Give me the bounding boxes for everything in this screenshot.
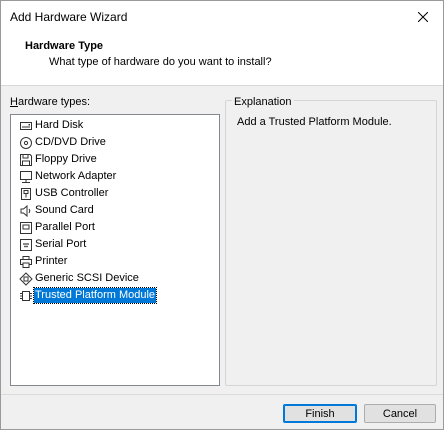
title-bar: Add Hardware Wizard	[1, 1, 443, 32]
parallel-port-icon	[18, 220, 33, 235]
list-item-usb-controller[interactable]: USB Controller	[11, 185, 219, 202]
hardware-types-label: Hardware types:	[10, 96, 90, 108]
page-title: Hardware Type	[25, 40, 104, 52]
explanation-group	[225, 100, 437, 386]
close-button[interactable]	[403, 1, 443, 32]
hardware-types-label-mnemonic: H	[10, 96, 18, 108]
wizard-header: Hardware Type What type of hardware do y…	[1, 32, 443, 86]
add-hardware-wizard-window: Add Hardware Wizard Hardware Type What t…	[0, 0, 444, 430]
list-item-serial-port[interactable]: Serial Port	[11, 236, 219, 253]
printer-icon	[18, 254, 33, 269]
explanation-text: Add a Trusted Platform Module.	[237, 116, 392, 128]
page-subtitle: What type of hardware do you want to ins…	[49, 56, 272, 68]
hardware-types-label-text: ardware types:	[17, 96, 91, 108]
cd-dvd-icon	[18, 135, 33, 150]
cancel-button[interactable]: Cancel	[364, 404, 436, 423]
finish-button[interactable]: Finish	[283, 404, 357, 423]
speaker-icon	[18, 203, 33, 218]
list-item-label: Serial Port	[35, 238, 87, 250]
list-item-label: Printer	[35, 255, 68, 267]
list-item-generic-scsi-device[interactable]: Generic SCSI Device	[11, 270, 219, 287]
list-item-cd-dvd-drive[interactable]: CD/DVD Drive	[11, 134, 219, 151]
scsi-device-icon	[18, 271, 33, 286]
list-item-network-adapter[interactable]: Network Adapter	[11, 168, 219, 185]
list-item-printer[interactable]: Printer	[11, 253, 219, 270]
list-item-label: Trusted Platform Module	[32, 287, 158, 304]
explanation-legend: Explanation	[232, 96, 294, 108]
list-item-label: Sound Card	[35, 204, 94, 216]
list-item-sound-card[interactable]: Sound Card	[11, 202, 219, 219]
list-item-floppy-drive[interactable]: Floppy Drive	[11, 151, 219, 168]
window-title: Add Hardware Wizard	[10, 10, 128, 24]
hardware-types-list[interactable]: Hard Disk CD/DVD Drive Floppy Drive Netw…	[10, 114, 220, 386]
list-item-trusted-platform-module[interactable]: Trusted Platform Module	[11, 287, 219, 304]
list-item-hard-disk[interactable]: Hard Disk	[11, 117, 219, 134]
list-item-label: CD/DVD Drive	[35, 136, 106, 148]
floppy-icon	[18, 152, 33, 167]
usb-icon	[18, 186, 33, 201]
close-icon	[418, 11, 428, 22]
list-item-parallel-port[interactable]: Parallel Port	[11, 219, 219, 236]
list-item-label: USB Controller	[35, 187, 109, 199]
list-item-label: Generic SCSI Device	[35, 272, 139, 284]
tpm-chip-icon	[18, 288, 33, 303]
serial-port-icon	[18, 237, 33, 252]
hard-disk-icon	[18, 118, 33, 133]
network-adapter-icon	[18, 169, 33, 184]
list-item-label: Network Adapter	[35, 170, 117, 182]
list-item-label: Parallel Port	[35, 221, 95, 233]
list-item-label: Hard Disk	[35, 119, 84, 131]
list-item-label: Floppy Drive	[35, 153, 97, 165]
